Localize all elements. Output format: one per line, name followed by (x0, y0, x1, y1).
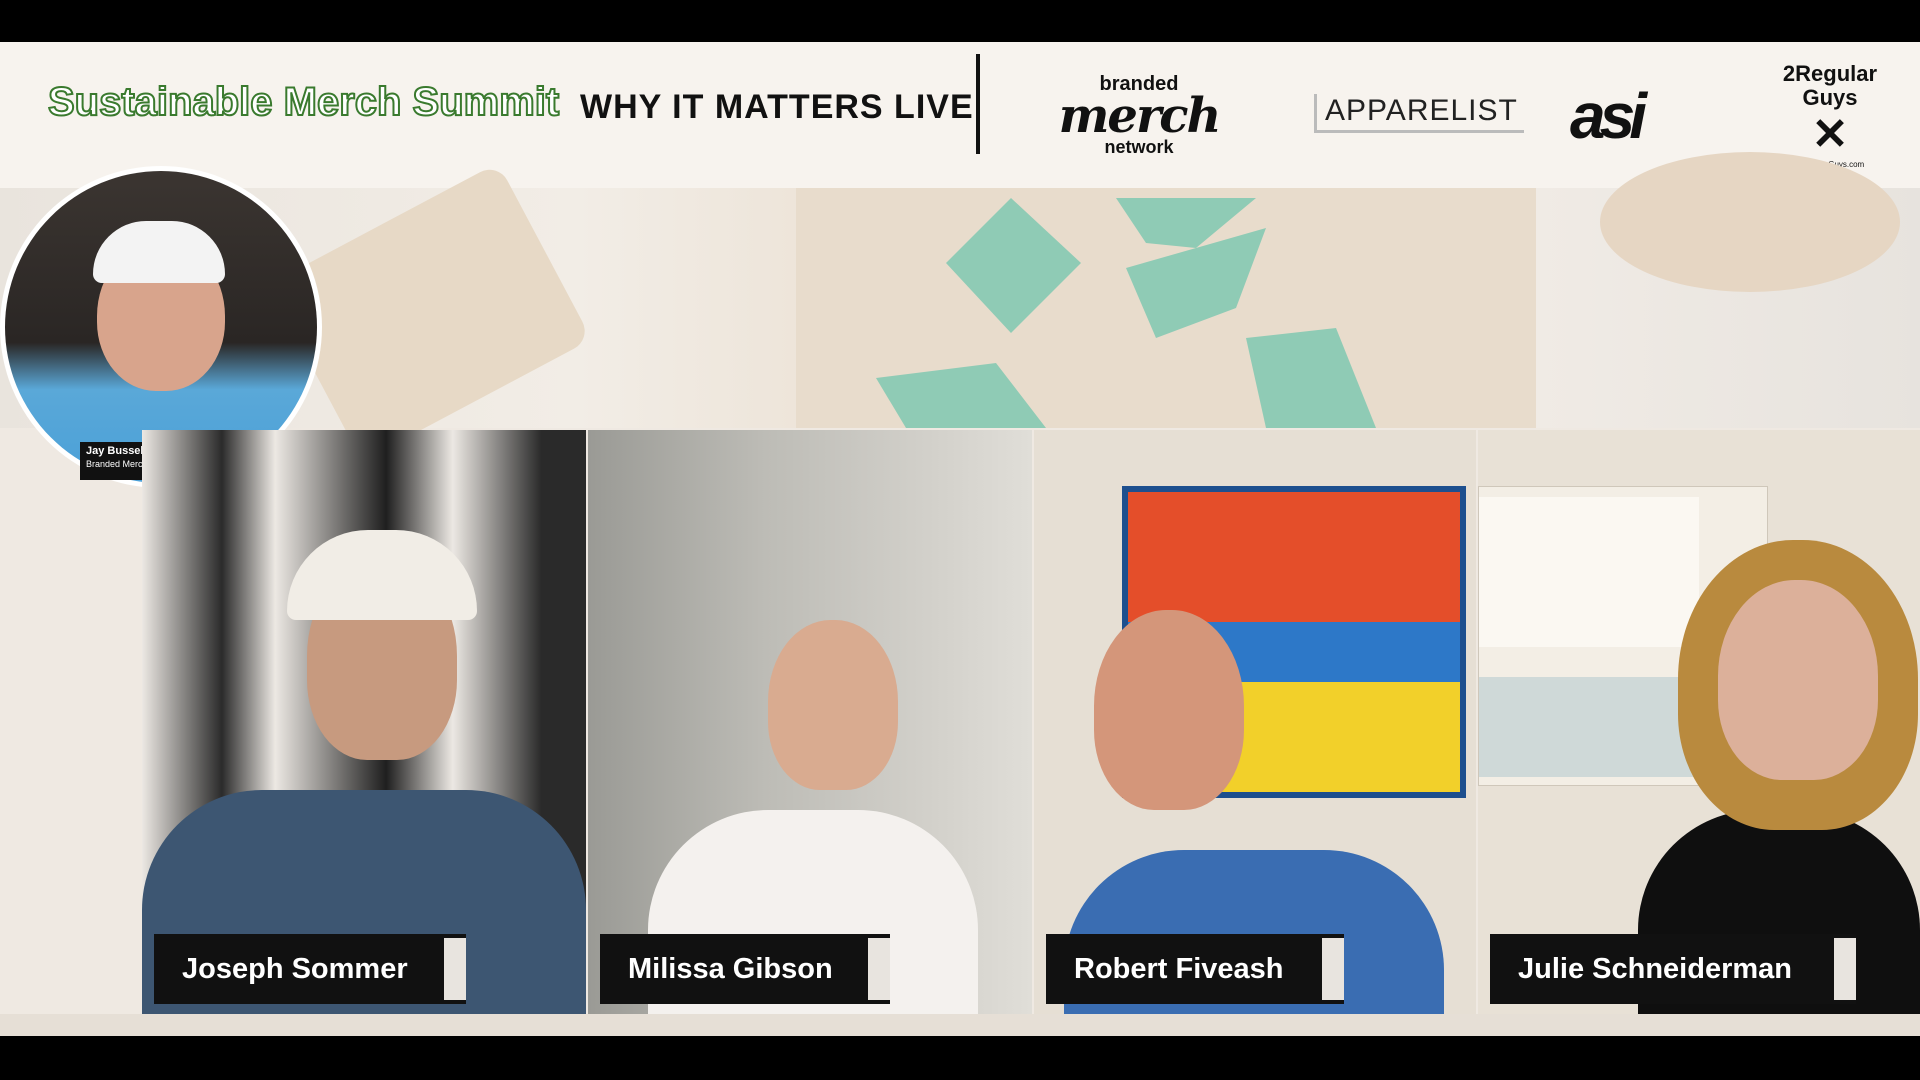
participant-tile-joseph: Joseph Sommer (142, 430, 586, 1014)
name-tag: Milissa Gibson (600, 934, 890, 1004)
show-title: WHY IT MATTERS LIVE (580, 88, 974, 126)
participant-face (1094, 610, 1244, 810)
summit-title: Sustainable Merch Summit (47, 79, 560, 125)
bottom-strip (0, 1014, 1920, 1036)
participant-tile-milissa: Milissa Gibson (588, 430, 1032, 1014)
branded-merch-network-logo: branded merch network (1058, 73, 1222, 157)
participant-grid: Joseph Sommer Milissa Gibson Robert Five… (142, 430, 1920, 1014)
participant-tile-robert: Robert Fiveash (1034, 430, 1476, 1014)
host-cap (93, 221, 225, 283)
apparelist-logo: APPARELIST (1314, 94, 1524, 133)
microphone-icon: ✕ (1811, 110, 1849, 159)
stream-frame: Sustainable Merch Summit WHY IT MATTERS … (0, 42, 1920, 1036)
asi-logo: asi (1570, 80, 1647, 152)
recycle-icon (876, 198, 1376, 428)
name-tag: Robert Fiveash (1046, 934, 1344, 1004)
two-regular-guys-logo: 2Regular Guys ✕ 2RegularGuys.com (1780, 62, 1880, 170)
participant-tile-julie: Julie Schneiderman (1478, 430, 1920, 1014)
recycle-panel (796, 188, 1536, 428)
participant-face (1718, 580, 1878, 780)
header-banner: Sustainable Merch Summit WHY IT MATTERS … (0, 42, 1920, 188)
header-divider (976, 54, 980, 154)
participant-face (768, 620, 898, 790)
name-tag: Joseph Sommer (154, 934, 466, 1004)
paper-plate-image (1600, 152, 1900, 292)
name-tag: Julie Schneiderman (1490, 934, 1856, 1004)
